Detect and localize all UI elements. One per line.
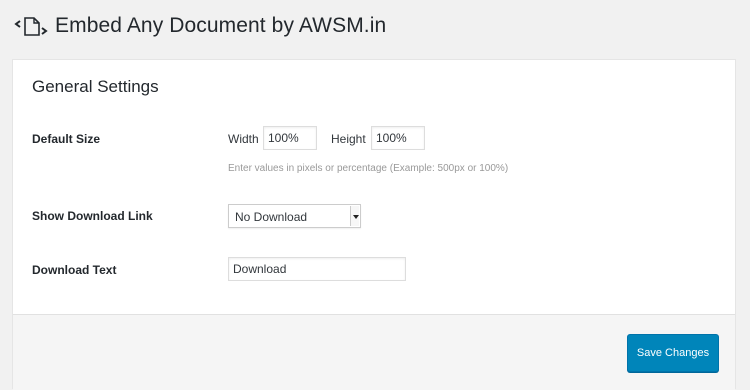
download-text-input[interactable]: Download (228, 257, 406, 281)
download-link-select[interactable]: No Download (228, 204, 361, 228)
section-title: General Settings (32, 77, 159, 96)
height-label: Height (331, 132, 366, 146)
show-download-link-label: Show Download Link (32, 209, 153, 223)
document-embed-icon (14, 17, 48, 36)
footer-bar: Save Changes (13, 314, 735, 390)
download-link-selected-value: No Download (235, 210, 308, 224)
save-changes-button[interactable]: Save Changes (627, 334, 719, 372)
page-header: Embed Any Document by AWSM.in (14, 12, 386, 40)
settings-panel: General Settings Default Size Width 100%… (12, 59, 736, 390)
default-size-label: Default Size (32, 132, 101, 146)
size-hint-text: Enter values in pixels or percentage (Ex… (228, 163, 509, 174)
height-input[interactable]: 100% (371, 126, 425, 150)
download-text-label: Download Text (32, 263, 117, 277)
width-label: Width (228, 132, 259, 146)
chevron-down-icon[interactable] (350, 206, 359, 226)
page-title: Embed Any Document by AWSM.in (55, 14, 387, 37)
width-input[interactable]: 100% (263, 126, 317, 150)
